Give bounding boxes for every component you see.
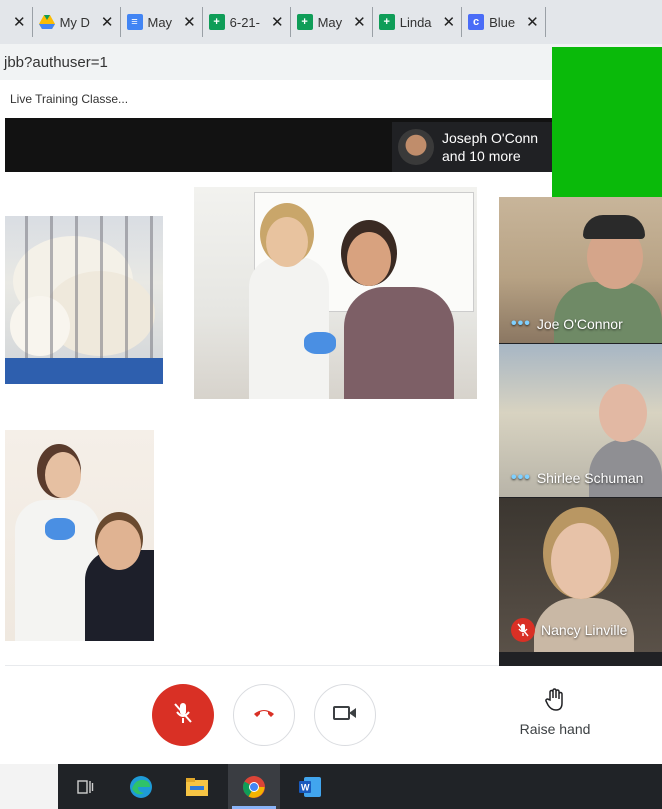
sidebar-bottom [499,652,662,666]
rats-in-cage-photo [5,216,163,384]
bookmark-item[interactable]: Live Training Classe... [10,92,128,106]
close-icon[interactable]: ✕ [271,13,284,31]
participant-name-row: ••• Shirlee Schuman [499,469,662,487]
browser-tab[interactable]: + 6-21- ✕ [203,7,291,37]
students-lab-coat-photo [5,430,154,641]
leave-call-button[interactable] [233,684,295,746]
participant-tile[interactable]: ••• Shirlee Schuman [499,344,662,497]
taskbar-search-box[interactable] [0,764,58,809]
participant-name: Nancy Linville [541,622,628,638]
tab-label: Blue [489,14,516,30]
browser-tab[interactable]: ✕ [0,7,33,37]
google-sheets-icon: + [296,14,313,30]
chrome-icon[interactable] [241,774,267,800]
camera-toggle-button[interactable] [314,684,376,746]
hand-icon [544,688,566,715]
mic-off-icon [511,618,535,642]
google-drive-icon [38,14,55,30]
participant-tile[interactable]: Nancy Linville [499,498,662,652]
file-explorer-icon[interactable] [184,774,210,800]
svg-text:W: W [301,783,310,793]
camera-icon [333,705,357,726]
tab-label: Linda [399,14,432,30]
green-overlay-box [552,47,662,197]
participants-line-2: and 10 more [442,148,521,164]
participants-summary: Joseph O'Conn and 10 more [442,129,538,165]
participant-name-row: Nancy Linville [499,618,662,642]
blue-circle-icon: c [468,14,485,30]
participants-pill[interactable]: Joseph O'Conn and 10 more [392,122,562,172]
address-text: jbb?authuser=1 [4,53,108,71]
raise-hand-label: Raise hand [519,721,591,737]
google-sheets-icon: + [378,14,395,30]
screenshot-root: ✕ My D ✕ ≡ May ✕ + 6-21- ✕ + May ✕ + Lin… [0,0,662,809]
close-icon[interactable]: ✕ [526,13,539,31]
microphone-toggle-button[interactable] [152,684,214,746]
speaking-dots-icon: ••• [511,469,531,486]
participant-name-row: ••• Joe O'Connor [499,315,662,333]
tab-label: May [317,14,343,30]
close-icon[interactable]: ✕ [353,13,366,31]
close-icon[interactable]: ✕ [443,13,456,31]
participant-tile[interactable]: ••• Joe O'Connor [499,197,662,343]
close-icon[interactable]: ✕ [183,13,196,31]
google-sheets-icon: + [208,14,225,30]
browser-tab[interactable]: + May ✕ [291,7,373,37]
browser-tab[interactable]: + Linda ✕ [373,7,463,37]
browser-tab[interactable]: My D ✕ [33,7,121,37]
avatar [398,129,434,165]
close-icon[interactable]: ✕ [101,13,114,31]
browser-tab[interactable]: ≡ May ✕ [121,7,203,37]
word-icon[interactable]: W [297,774,323,800]
tab-label: 6-21- [229,14,260,30]
speaking-dots-icon: ••• [511,315,531,332]
tab-label: My D [59,14,90,30]
participant-name: Joe O'Connor [536,316,623,332]
tab-label: May [147,14,173,30]
google-docs-icon: ≡ [126,14,143,30]
phone-hangup-icon [253,706,275,724]
mic-off-icon [172,701,194,730]
participant-name: Shirlee Schuman [536,470,644,486]
edge-browser-icon[interactable] [128,774,154,800]
taskbar [0,764,662,809]
browser-tab[interactable]: c Blue ✕ [462,7,546,37]
task-view-icon[interactable] [72,774,98,800]
close-icon[interactable]: ✕ [13,13,26,31]
lab-students-photo [194,187,477,399]
browser-tab-strip: ✕ My D ✕ ≡ May ✕ + 6-21- ✕ + May ✕ + Lin… [0,0,662,44]
raise-hand-button[interactable]: Raise hand [510,688,600,744]
participants-line-1: Joseph O'Conn [442,130,539,146]
